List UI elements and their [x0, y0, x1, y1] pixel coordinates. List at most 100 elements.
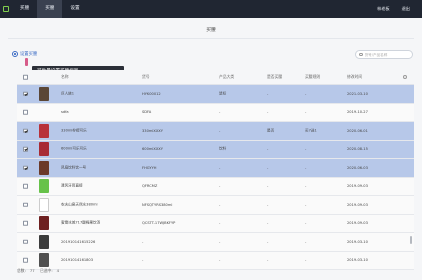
cell-flag: - — [267, 258, 269, 263]
cell-time: 2019-09-03 — [347, 221, 368, 226]
table-row[interactable]: 清风牙膏直接 QFRCMZ - - - 2019-09-03 — [17, 177, 414, 196]
cell-category: 鼠标 — [219, 91, 227, 96]
header-time: 修改时间 — [347, 74, 363, 79]
cell-flag: - — [267, 202, 269, 207]
row-checkbox[interactable] — [23, 110, 28, 115]
cell-name: 201910141615226 — [61, 239, 96, 244]
total-count: 77 — [29, 268, 35, 273]
table-row[interactable]: 蜜雪冰城717酸梅果饮汤 QCSTT-17WJBKFYP - - - 2019-09-03 — [17, 214, 414, 233]
table-row[interactable]: 201910141615226 - - - - 2019-03-10 — [17, 233, 414, 252]
header-category: 产品大类 — [219, 74, 235, 79]
cell-category: - — [219, 128, 221, 133]
cell-category: - — [219, 184, 221, 189]
table-row[interactable]: 20191014161803 - - - - 2019-03-10 — [17, 251, 414, 270]
cell-name: 农夫山泉天然水380ml — [61, 202, 98, 207]
product-thumbnail — [39, 142, 49, 157]
selected-count: 4 — [56, 268, 60, 273]
table-row[interactable]: 风扇饮料饮一号 FHGYYH - - - 2020-06-03 — [17, 159, 414, 178]
row-checkbox[interactable] — [23, 239, 28, 244]
cell-time: 2019-09-03 — [347, 202, 368, 207]
cell-flag: - — [267, 184, 269, 189]
table-row[interactable]: 巨人族1 HYK00012 鼠标 - - 2021-03-10 — [17, 85, 414, 104]
cell-category: - — [219, 110, 221, 115]
cell-name: 巨人族1 — [61, 91, 75, 96]
cell-code: SDFA — [142, 110, 152, 115]
cell-code: QFRCMZ — [142, 184, 158, 189]
product-thumbnail — [39, 234, 49, 249]
cell-code: NFSQTYRS380ml — [142, 202, 173, 207]
row-checkbox[interactable] — [23, 128, 28, 133]
product-thumbnail — [39, 197, 49, 212]
row-checkbox[interactable] — [23, 221, 28, 226]
search-box[interactable] — [355, 50, 413, 59]
top-nav-bar: 买腰 买腰 设置 林老板 退出 — [0, 0, 422, 18]
cell-time: 2020-08-15 — [347, 147, 368, 152]
cell-time: 2019-09-03 — [347, 184, 368, 189]
pin-marker-icon — [25, 58, 28, 66]
cell-rule: - — [305, 147, 307, 152]
header-name: 名称 — [61, 74, 69, 79]
cell-code: 600mlXXXY — [142, 147, 163, 152]
select-all-checkbox[interactable] — [23, 74, 28, 80]
product-thumbnail — [39, 253, 49, 268]
table-row[interactable]: 农夫山泉天然水380ml NFSQTYRS380ml - - - 2019-09-03 — [17, 196, 414, 215]
cell-category: - — [219, 221, 221, 226]
table-row[interactable]: 330ml柠檬可乐 330mlXXXY - 是否 买7送1 2020-06-01 — [17, 122, 414, 141]
cell-code: FHGYYH — [142, 165, 157, 170]
row-checkbox[interactable] — [23, 184, 28, 189]
cell-name: 风扇饮料饮一号 — [61, 165, 87, 170]
nav-item-settings[interactable]: 设置 — [62, 0, 87, 18]
cell-time: 2020-06-01 — [347, 128, 368, 133]
nav-item-1[interactable]: 买腰 — [12, 0, 37, 18]
header-code: 货号 — [142, 74, 150, 79]
cell-rule: - — [305, 258, 307, 263]
logout-link[interactable]: 退出 — [396, 6, 416, 12]
cell-flag: - — [267, 110, 269, 115]
column-settings-icon[interactable] — [403, 75, 407, 79]
cell-flag: - — [267, 147, 269, 152]
cell-flag: - — [267, 165, 269, 170]
app-logo — [0, 0, 12, 18]
settings-button[interactable]: 设置买腰 — [12, 51, 37, 57]
gear-icon — [12, 51, 18, 57]
header-rule: 买腰规则 — [305, 74, 321, 79]
product-table: 名称 货号 产品大类 是否买腰 买腰规则 修改时间 巨人族1 HYK00012 鼠标… — [17, 70, 414, 270]
cell-time: 2021-03-10 — [347, 91, 368, 96]
cell-category: - — [219, 258, 221, 263]
scrollbar[interactable] — [410, 236, 412, 244]
table-header: 名称 货号 产品大类 是否买腰 买腰规则 修改时间 — [17, 70, 414, 85]
user-name[interactable]: 林老板 — [371, 6, 396, 12]
header-flag: 是否买腰 — [267, 74, 283, 79]
cell-time: 2019-03-10 — [347, 258, 368, 263]
cell-name: 蜜雪冰城717酸梅果饮汤 — [61, 220, 101, 225]
cell-rule: - — [305, 91, 307, 96]
cell-code: - — [142, 258, 144, 263]
cell-rule: 买7送1 — [305, 128, 317, 133]
search-input[interactable] — [364, 52, 411, 57]
cell-code: 330mlXXXY — [142, 128, 163, 133]
row-checkbox[interactable] — [23, 258, 28, 263]
cell-name: 330ml柠檬可乐 — [61, 128, 87, 133]
product-thumbnail — [39, 216, 49, 231]
row-checkbox[interactable] — [23, 147, 28, 152]
cell-name: sdfa — [61, 110, 69, 115]
cell-flag: - — [267, 221, 269, 226]
cell-category: - — [219, 165, 221, 170]
nav-user-area: 林老板 退出 — [371, 6, 422, 12]
product-thumbnail — [39, 123, 49, 138]
cell-rule: - — [305, 221, 307, 226]
cell-name: 20191014161803 — [61, 258, 94, 263]
cell-rule: - — [305, 184, 307, 189]
table-row[interactable]: sdfa SDFA - - - 2019-10-27 — [17, 103, 414, 122]
page-title: 买腰 — [206, 28, 216, 33]
table-footer: 总数: 77 已选中: 4 — [17, 268, 63, 274]
cell-code: HYK00012 — [142, 91, 161, 96]
nav-item-2[interactable]: 买腰 — [37, 0, 63, 18]
cell-time: 2019-03-10 — [347, 239, 368, 244]
row-checkbox[interactable] — [23, 91, 28, 96]
table-row[interactable]: 600ml可乐可乐 600mlXXXY 饮料 - - 2020-08-15 — [17, 140, 414, 159]
row-checkbox[interactable] — [23, 202, 28, 207]
cell-rule: - — [305, 165, 307, 170]
row-checkbox[interactable] — [23, 165, 28, 170]
title-divider — [8, 38, 414, 39]
